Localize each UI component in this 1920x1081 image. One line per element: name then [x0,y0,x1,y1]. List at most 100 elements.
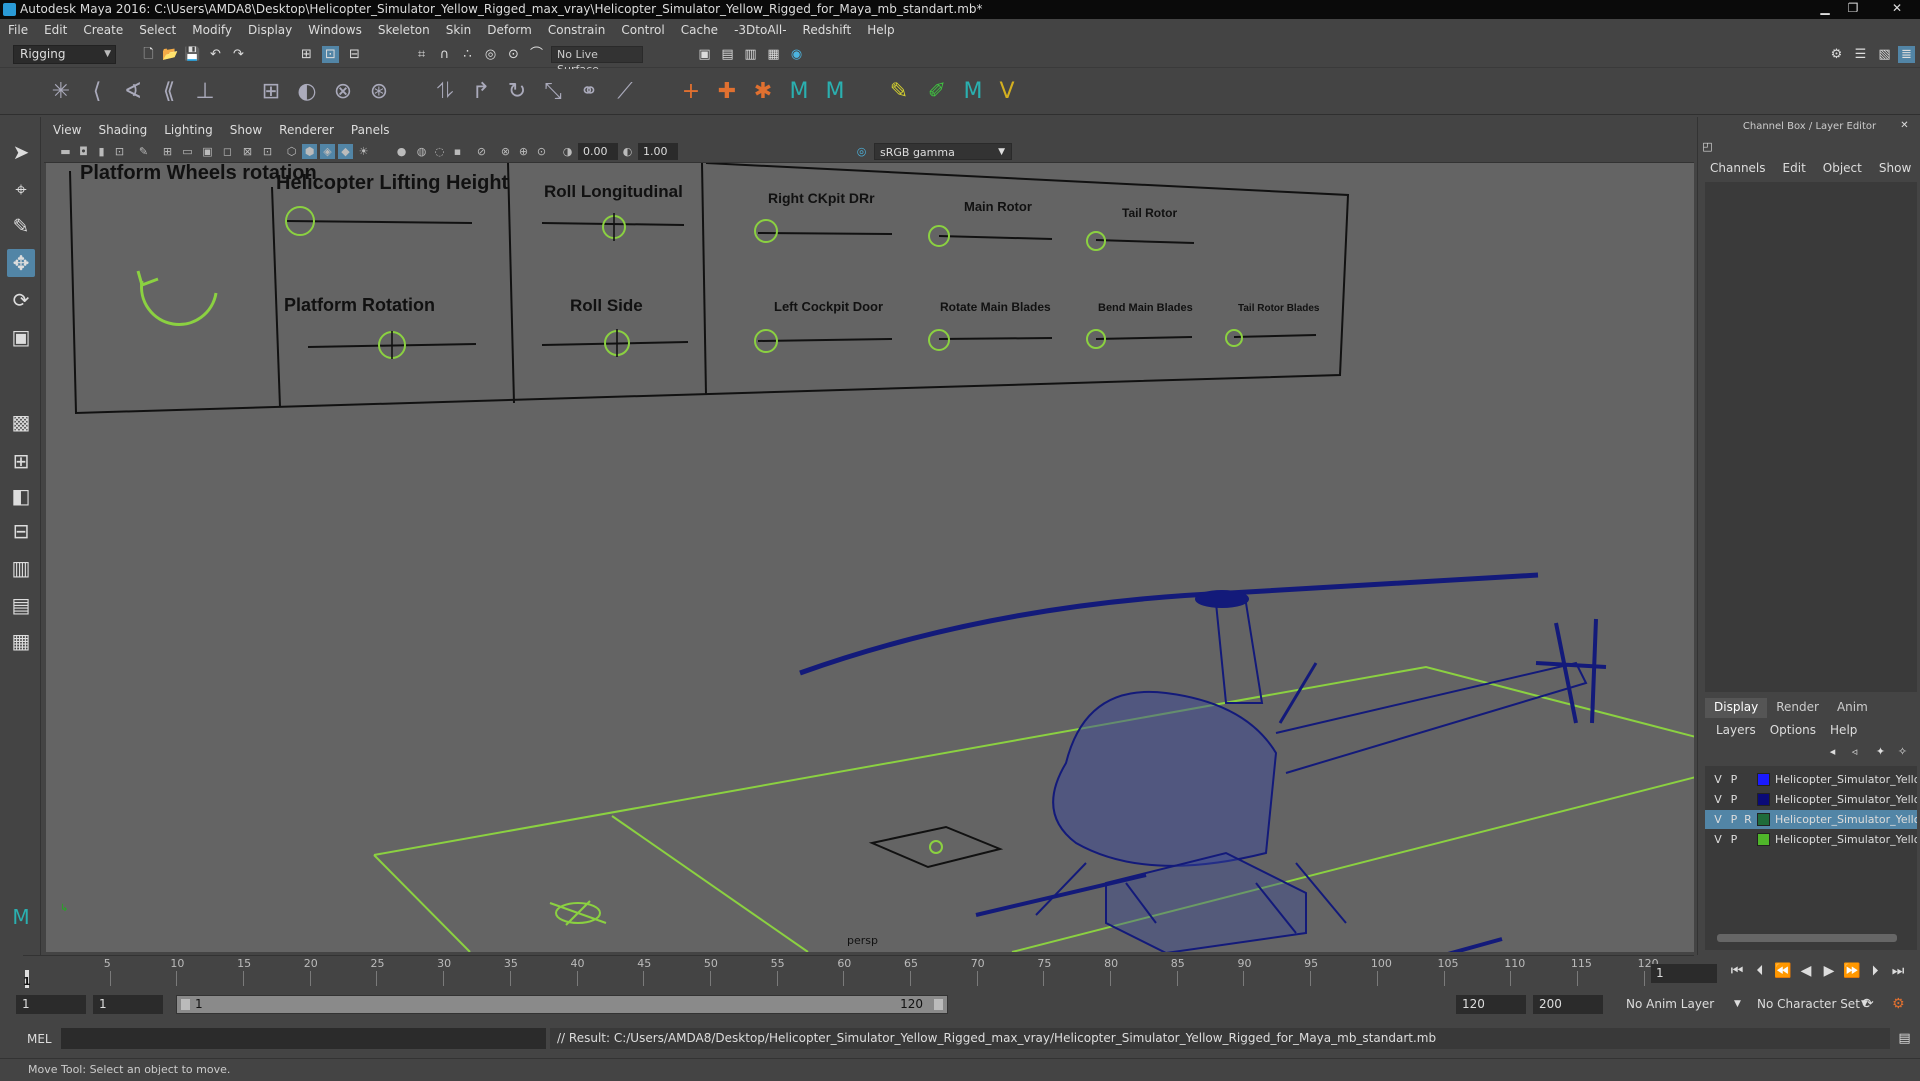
safe-action-icon[interactable]: ⊡ [260,144,275,159]
brush-icon[interactable]: ✐ [922,77,952,107]
point-constraint-icon[interactable]: ⥮ [430,77,460,107]
range-bar[interactable]: 1 120 [176,995,948,1014]
menu-select[interactable]: Select [139,23,176,37]
tab-render[interactable]: Render [1767,698,1828,718]
animation-start-field[interactable]: 1 [16,995,86,1014]
snap-point-icon[interactable]: ∴ [459,46,476,63]
animation-end-field[interactable]: 200 [1533,995,1603,1014]
menu-file[interactable]: File [8,23,28,37]
menu-control[interactable]: Control [621,23,664,37]
maya-logo-shelf-icon[interactable]: M [784,77,814,107]
cb-menu-show[interactable]: Show [1879,161,1911,175]
scale-tool-icon[interactable]: ▣ [7,323,35,351]
persp-outliner-icon[interactable]: ◧ [7,482,35,510]
hik-icon[interactable]: ✚ [712,77,742,107]
layer-playback-toggle[interactable]: P [1727,790,1741,809]
xray-components-icon[interactable]: ⊙ [534,144,549,159]
command-input[interactable] [61,1028,546,1049]
camera-select-icon[interactable]: ▬ [58,144,73,159]
four-view-icon[interactable]: ⊞ [7,447,35,475]
grease-pencil-icon[interactable]: ✎ [136,144,151,159]
color-management-icon[interactable]: ◎ [854,144,869,159]
v-ray-icon[interactable]: V [992,77,1022,107]
hypershade-icon[interactable]: ◉ [788,46,805,63]
smooth-skin-icon[interactable]: ◐ [292,77,322,107]
layout-c-icon[interactable]: ▦ [7,627,35,655]
motion-blur-icon[interactable]: ◌ [432,144,447,159]
cluster-icon[interactable]: ⊛ [364,77,394,107]
time-slider[interactable]: 5 10 15 20 25 30 35 40 45 50 55 60 65 70 75 80 85 90 95 100… [23,955,1694,988]
live-surface-field[interactable]: No Live Surface [551,46,643,76]
step-forward-frame-icon[interactable]: ⏵ [1866,962,1884,980]
snap-grid-icon[interactable]: ⌗ [413,46,430,63]
layer-list-scrollbar[interactable] [1717,934,1897,942]
move-layer-up-icon[interactable]: ◂ [1824,743,1841,760]
menu-display[interactable]: Display [248,23,292,37]
layer-color-swatch[interactable] [1757,793,1770,806]
film-gate-icon[interactable]: ▭ [180,144,195,159]
layer-color-swatch[interactable] [1757,833,1770,846]
panel-menu-lighting[interactable]: Lighting [164,123,213,137]
snap-edge-icon[interactable]: ⌒ [528,46,545,63]
gamma-field[interactable]: 1.00 [638,143,678,160]
undo-icon[interactable]: ↶ [207,46,224,63]
tab-anim[interactable]: Anim [1828,698,1877,718]
layer-visibility-toggle[interactable]: V [1711,770,1725,789]
image-plane-icon[interactable]: ⊡ [112,144,127,159]
layer-row[interactable]: V P R Helicopter_Simulator_Yellow [1705,810,1917,829]
layer-menu-layers[interactable]: Layers [1716,723,1756,737]
layer-menu-options[interactable]: Options [1770,723,1816,737]
modeling-toolkit-icon[interactable]: ⚙ [1828,46,1845,63]
paint-weights-icon[interactable]: ✎ [884,77,914,107]
grid-icon[interactable]: ⊞ [160,144,175,159]
open-scene-icon[interactable]: 📂 [162,46,179,63]
script-editor-icon[interactable]: ▤ [1896,1030,1913,1047]
view-transform-selector[interactable]: sRGB gamma [874,143,1012,161]
snap-view-icon[interactable]: ◎ [482,46,499,63]
redo-icon[interactable]: ↷ [230,46,247,63]
panel-menu-view[interactable]: View [53,123,81,137]
channel-box-toggle-icon[interactable]: ≣ [1898,46,1915,63]
move-layer-down-icon[interactable]: ◃ [1846,743,1863,760]
snap-curve-icon[interactable]: ∩ [436,46,453,63]
layout-a-icon[interactable]: ▥ [7,554,35,582]
select-tool-icon[interactable]: ➤ [7,138,35,166]
select-component-icon[interactable]: ⊟ [346,46,363,63]
render-frame-icon[interactable]: ▤ [719,46,736,63]
wireframe-icon[interactable]: ⬡ [284,144,299,159]
layer-visibility-toggle[interactable]: V [1711,830,1725,849]
ambient-occlusion-icon[interactable]: ◍ [414,144,429,159]
resolution-gate-icon[interactable]: ▣ [200,144,215,159]
paint-select-icon[interactable]: ✎ [7,212,35,240]
render-settings-icon[interactable]: ▦ [765,46,782,63]
play-forward-icon[interactable]: ▶ [1820,962,1838,980]
playback-end-field[interactable]: 120 [1456,995,1526,1014]
textured-icon[interactable]: ◆ [338,144,353,159]
menu-3dtoall[interactable]: -3DtoAll- [734,23,786,37]
maya-logo-alt-icon[interactable]: M [820,77,850,107]
shadows-icon[interactable]: ● [394,144,409,159]
xray-joints-icon[interactable]: ⊕ [516,144,531,159]
character-icon[interactable]: ✱ [748,77,778,107]
orient-constraint-icon[interactable]: ↻ [502,77,532,107]
lattice-icon[interactable]: ⊗ [328,77,358,107]
menu-windows[interactable]: Windows [308,23,362,37]
aim-constraint-icon[interactable]: ↱ [466,77,496,107]
anim-layer-selector[interactable]: No Anim Layer [1626,995,1714,1014]
maya-m-icon[interactable]: M [958,77,988,107]
rotate-tool-icon[interactable]: ⟳ [7,286,35,314]
character-set-selector[interactable]: No Character Set [1757,995,1860,1014]
play-backward-icon[interactable]: ◀ [1797,962,1815,980]
layer-color-swatch[interactable] [1757,773,1770,786]
menu-create[interactable]: Create [83,23,123,37]
xray-icon[interactable]: ⊗ [498,144,513,159]
channel-list[interactable] [1705,182,1917,692]
attribute-editor-icon[interactable]: ☰ [1852,46,1869,63]
layer-row[interactable]: V P Helicopter_Simulator_Yellow [1705,790,1917,809]
auto-key-icon[interactable]: ⟳ [1862,995,1874,1014]
single-perspective-icon[interactable]: ▩ [7,408,35,436]
parent-constraint-icon[interactable]: ⚭ [574,77,604,107]
anim-layer-dropdown-icon[interactable]: ▼ [1734,995,1741,1014]
menu-deform[interactable]: Deform [487,23,532,37]
playback-start-field[interactable]: 1 [93,995,163,1014]
